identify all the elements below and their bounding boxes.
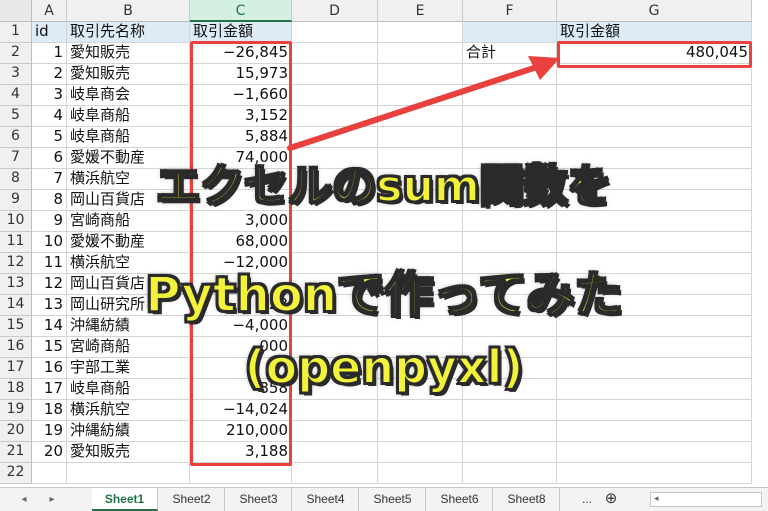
scroll-left-icon[interactable]: ◂ [654, 493, 659, 506]
spreadsheet-grid: ABCDEFG 1 2 3 4 5 6 7 8 9 10 11 12 13 14 15 16 17 18 19 20 2… [0, 0, 768, 487]
tab-sheet8[interactable]: Sheet8 [494, 488, 560, 511]
tab-sheet3[interactable]: Sheet3 [226, 488, 292, 511]
tab-sheet1[interactable]: Sheet1 [92, 488, 158, 511]
horizontal-scrollbar[interactable]: ◂ [650, 492, 762, 507]
title-line-3: (openpyxl) [244, 339, 525, 395]
total-cell-highlight [557, 41, 752, 68]
annotation-arrow [287, 56, 560, 151]
tab-sheet4[interactable]: Sheet4 [293, 488, 359, 511]
add-sheet-icon[interactable]: ⊕ [600, 488, 622, 511]
tab-sheet5[interactable]: Sheet5 [360, 488, 426, 511]
amount-range-highlight [190, 41, 292, 466]
sheet-tab-bar: ◂ ▸ Sheet1 Sheet2 Sheet3 Sheet4 Sheet5 Sheet6… [0, 487, 768, 511]
title-line-2: Pythonで作ってみた [144, 266, 623, 324]
prev-sheet-icon[interactable]: ◂ [14, 488, 34, 511]
next-sheet-icon[interactable]: ▸ [42, 488, 62, 511]
tab-sheet2[interactable]: Sheet2 [159, 488, 225, 511]
tab-sheet6[interactable]: Sheet6 [427, 488, 493, 511]
title-line-1: エクセルのsum関数を [155, 160, 612, 213]
more-sheets-button[interactable]: ... [576, 488, 598, 511]
